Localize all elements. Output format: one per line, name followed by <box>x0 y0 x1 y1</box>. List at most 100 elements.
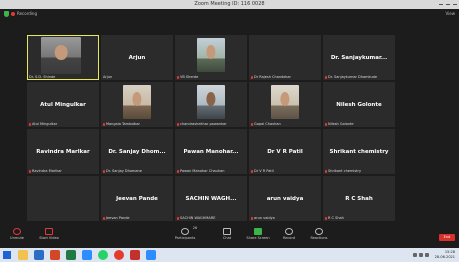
participant-name-label: Dr. S.D. Shinde <box>29 75 56 79</box>
chrome-icon[interactable] <box>114 250 124 260</box>
view-button[interactable]: View <box>446 9 456 19</box>
record-icon <box>285 228 293 235</box>
participant-tile[interactable]: Pawan Manohar... Pawan Manohar Chauhan <box>175 129 247 174</box>
participant-display-name: Dr. Sanjaykumar... <box>330 54 388 61</box>
mic-muted-icon <box>251 122 253 126</box>
share-screen-button[interactable]: Share Screen <box>243 227 273 240</box>
mic-muted-icon <box>177 75 179 79</box>
microphone-muted-icon <box>13 228 21 235</box>
participant-video <box>270 85 300 119</box>
zoom-window-icon[interactable] <box>146 250 156 260</box>
participant-caption: VB Sherde <box>177 75 198 79</box>
zoom-icon[interactable] <box>82 250 92 260</box>
participant-caption: arun vaidya <box>251 216 275 220</box>
participant-tile[interactable]: Ravindra Marlkar Ravindra Marlkar <box>27 129 99 174</box>
window-controls[interactable] <box>439 0 457 9</box>
battery-icon[interactable] <box>425 253 429 257</box>
participant-caption: Dr Rajesh Chandekar <box>251 75 291 79</box>
participant-name-label: Dr V R Patil <box>254 169 274 173</box>
participants-count: 26 <box>192 226 198 230</box>
minimize-icon[interactable] <box>439 4 443 5</box>
chat-label: Chat <box>222 236 232 240</box>
participant-tile[interactable]: Dr. Sanjaykumar... Dr. Sanjaykumar Dhamku… <box>323 35 395 80</box>
participant-caption: Dr V R Patil <box>251 169 274 173</box>
powerpoint-icon[interactable] <box>50 250 60 260</box>
participant-tile[interactable]: Arjun Arjun <box>101 35 173 80</box>
participant-tile[interactable]: Dr. Sanjay Dhom... Dr. Sanjay Dhomane <box>101 129 173 174</box>
system-tray[interactable] <box>413 253 429 257</box>
word-icon[interactable] <box>34 250 44 260</box>
participant-display-name: Ravindra Marlkar <box>36 148 90 155</box>
participant-display-name: Pawan Manohar... <box>183 148 239 155</box>
participant-display-name: Arjun <box>128 54 146 61</box>
participant-name-label: Nilesh Golonte <box>328 122 354 126</box>
participant-tile[interactable]: Dr V R Patil Dr V R Patil <box>249 129 321 174</box>
participant-name-label: Atul Mingulkar <box>32 122 58 126</box>
end-meeting-button[interactable]: End <box>439 234 455 241</box>
participants-label: Participants <box>174 236 196 240</box>
participant-display-name: Jeevan Pande <box>116 195 158 202</box>
clock-date: 28-06-2021 <box>434 255 455 259</box>
mic-muted-icon <box>103 122 105 126</box>
mic-muted-icon <box>29 122 31 126</box>
participant-face <box>206 45 216 60</box>
participant-tile[interactable] <box>27 176 99 221</box>
media-player-icon[interactable] <box>130 250 140 260</box>
participant-tile[interactable]: Shrikant chemistry Shrikant chemistry <box>323 129 395 174</box>
mic-muted-icon <box>103 216 105 220</box>
participant-name-label: Ravindra Marlkar <box>32 169 62 173</box>
participant-display-name: arun vaidya <box>266 195 304 202</box>
participant-tile[interactable]: Dr. S.D. Shinde <box>27 35 99 80</box>
participant-tile[interactable]: Gopal Chavhan <box>249 82 321 127</box>
participant-tile[interactable]: Atul Mingulkar Atul Mingulkar <box>27 82 99 127</box>
windows-taskbar: 15:28 28-06-2021 <box>0 248 459 262</box>
file-explorer-icon[interactable] <box>18 250 28 260</box>
taskbar-clock[interactable]: 15:28 28-06-2021 <box>435 250 455 260</box>
participant-caption: Mangala Tambolkar <box>103 122 140 126</box>
participant-tile[interactable]: R C Shah R C Shah <box>323 176 395 221</box>
recording-label: Recording <box>17 11 38 16</box>
participant-video <box>122 85 152 119</box>
smiley-icon <box>315 228 323 235</box>
participant-tile[interactable]: arun vaidya arun vaidya <box>249 176 321 221</box>
participant-name-label: chandrashekhar pawankar <box>180 122 227 126</box>
mic-muted-icon <box>177 216 179 220</box>
reactions-button[interactable]: Reactions <box>304 227 334 240</box>
mic-muted-icon <box>251 75 253 79</box>
windows-start-icon[interactable] <box>3 251 11 259</box>
participant-caption: Nilesh Golonte <box>325 122 354 126</box>
participant-tile[interactable]: Jeevan Pande Jeevan Pande <box>101 176 173 221</box>
security-shield-icon[interactable] <box>4 11 9 17</box>
participant-caption: Jeevan Pande <box>103 216 130 220</box>
chat-button[interactable]: Chat <box>212 227 242 240</box>
participant-face <box>132 92 142 107</box>
participant-caption: Dr. S.D. Shinde <box>29 75 55 79</box>
window-title: Zoom Meeting ID: 116 0028 <box>194 1 265 7</box>
participant-display-name: Atul Mingulkar <box>40 101 86 108</box>
participant-display-name: Dr. Sanjay Dhom... <box>108 148 166 155</box>
whatsapp-icon[interactable] <box>98 250 108 260</box>
participant-tile[interactable]: chandrashekhar pawankar <box>175 82 247 127</box>
participant-caption: Atul Mingulkar <box>29 122 57 126</box>
participant-display-name: R C Shah <box>345 195 373 202</box>
volume-icon[interactable] <box>419 253 423 257</box>
participant-caption: Shrikant chemistry <box>325 169 361 173</box>
participant-caption: Arjun <box>103 75 112 79</box>
participant-display-name: Dr V R Patil <box>267 148 303 155</box>
network-icon[interactable] <box>413 253 417 257</box>
participant-display-name: Nilesh Golonte <box>336 101 382 108</box>
participant-tile[interactable]: VB Sherde <box>175 35 247 80</box>
participant-tile[interactable]: Nilesh Golonte Nilesh Golonte <box>323 82 395 127</box>
maximize-icon[interactable] <box>446 4 450 5</box>
record-button[interactable]: Record <box>274 227 304 240</box>
meeting-topbar: Recording View <box>0 9 459 19</box>
participant-caption: Dr. Sanjaykumar Dhamkude <box>325 75 377 79</box>
participant-tile[interactable]: Dr Rajesh Chandekar <box>249 35 321 80</box>
unmute-button[interactable]: Unmute <box>2 227 32 240</box>
participant-tile[interactable]: SACHIN WAGH... SACHIN WAGHMARE <box>175 176 247 221</box>
start-video-button[interactable]: Start Video <box>34 227 64 240</box>
excel-icon[interactable] <box>66 250 76 260</box>
close-icon[interactable] <box>453 4 457 5</box>
participant-tile[interactable]: Mangala Tambolkar <box>101 82 173 127</box>
participant-caption: chandrashekhar pawankar <box>177 122 227 126</box>
